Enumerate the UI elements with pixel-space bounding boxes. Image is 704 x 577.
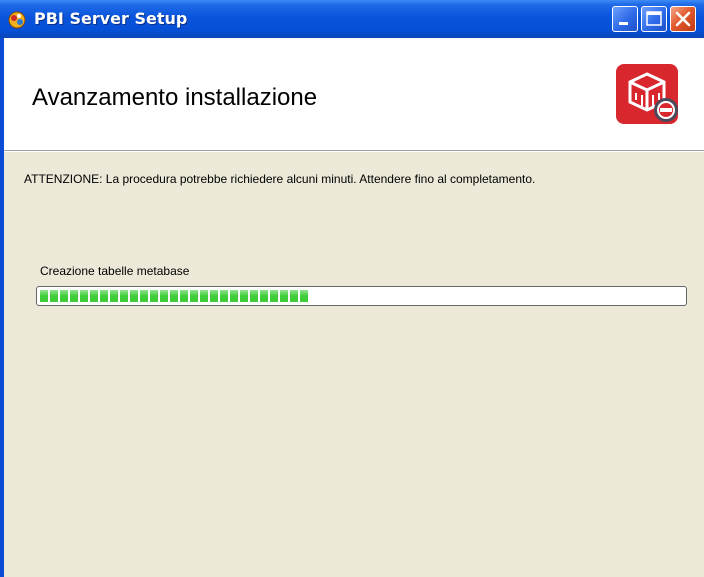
maximize-icon bbox=[646, 11, 662, 26]
app-icon[interactable] bbox=[7, 10, 27, 30]
close-button[interactable] bbox=[670, 6, 696, 32]
minimize-icon bbox=[619, 22, 628, 25]
warning-text: ATTENZIONE: La procedura potrebbe richie… bbox=[24, 172, 536, 186]
page-title: Avanzamento installazione bbox=[32, 84, 318, 111]
window-title: PBI Server Setup bbox=[34, 9, 188, 28]
progress-bar-fill bbox=[40, 290, 310, 302]
progress-status-label: Creazione tabelle metabase bbox=[40, 264, 190, 278]
wizard-header: Avanzamento installazione bbox=[4, 38, 704, 150]
minimize-button[interactable] bbox=[612, 6, 638, 32]
close-icon bbox=[675, 11, 691, 27]
maximize-button[interactable] bbox=[641, 6, 667, 32]
setup-logo-icon bbox=[616, 64, 678, 124]
wizard-body: ATTENZIONE: La procedura potrebbe richie… bbox=[4, 152, 704, 577]
title-bar[interactable]: PBI Server Setup bbox=[0, 0, 704, 38]
progress-bar bbox=[36, 286, 687, 306]
setup-window: PBI Server Setup Avanzamento installazio… bbox=[0, 0, 704, 577]
